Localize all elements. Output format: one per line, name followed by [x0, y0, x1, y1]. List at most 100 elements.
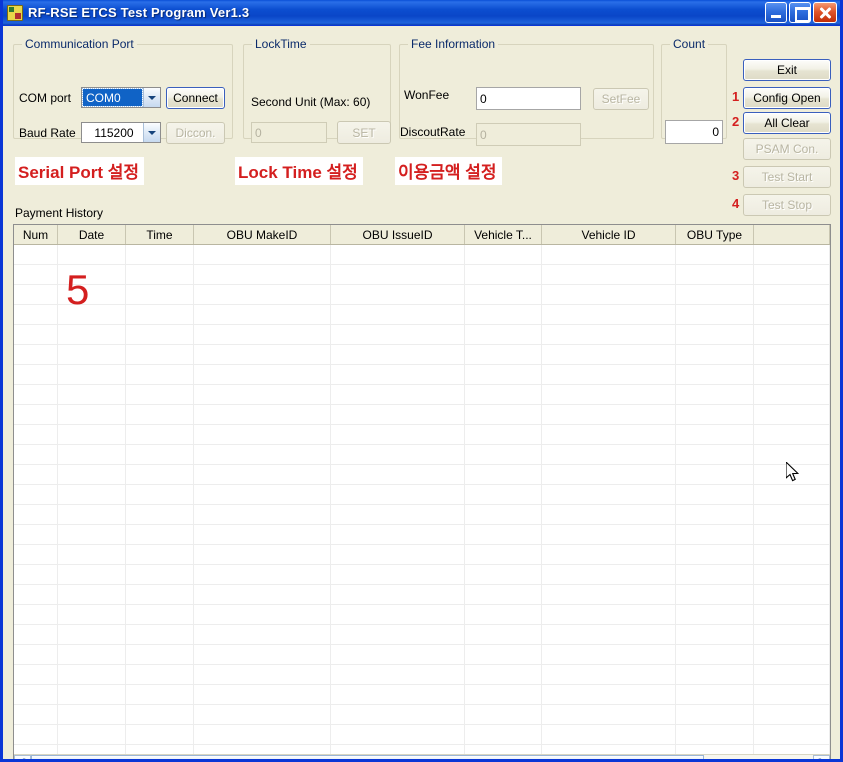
table-cell[interactable] [58, 665, 126, 684]
table-cell[interactable] [14, 645, 58, 664]
table-cell[interactable] [126, 685, 194, 704]
close-button-icon[interactable] [813, 2, 837, 23]
table-cell[interactable] [676, 645, 754, 664]
table-cell[interactable] [465, 325, 542, 344]
table-cell[interactable] [126, 705, 194, 724]
table-cell[interactable] [194, 525, 331, 544]
table-cell[interactable] [676, 365, 754, 384]
table-cell[interactable] [58, 685, 126, 704]
discount-rate-input[interactable]: 0 [476, 123, 581, 146]
table-cell[interactable] [465, 585, 542, 604]
table-cell[interactable] [542, 365, 676, 384]
table-cell[interactable] [126, 485, 194, 504]
grid-column-header[interactable] [754, 225, 830, 244]
table-cell[interactable] [754, 365, 830, 384]
table-cell[interactable] [331, 565, 465, 584]
table-cell[interactable] [754, 285, 830, 304]
table-cell[interactable] [465, 305, 542, 324]
table-cell[interactable] [676, 325, 754, 344]
table-cell[interactable] [465, 465, 542, 484]
title-bar[interactable]: RF-RSE ETCS Test Program Ver1.3 [3, 0, 840, 26]
table-cell[interactable] [465, 365, 542, 384]
table-cell[interactable] [465, 425, 542, 444]
table-row[interactable] [14, 285, 830, 305]
table-cell[interactable] [754, 425, 830, 444]
table-cell[interactable] [58, 585, 126, 604]
horizontal-scrollbar[interactable]: ❮ ❯ [14, 754, 830, 759]
table-cell[interactable] [58, 605, 126, 624]
table-row[interactable] [14, 525, 830, 545]
table-row[interactable] [14, 705, 830, 725]
table-cell[interactable] [542, 465, 676, 484]
table-cell[interactable] [14, 265, 58, 284]
table-row[interactable] [14, 485, 830, 505]
table-cell[interactable] [676, 265, 754, 284]
table-cell[interactable] [331, 645, 465, 664]
table-cell[interactable] [126, 605, 194, 624]
table-cell[interactable] [58, 385, 126, 404]
table-cell[interactable] [194, 305, 331, 324]
table-row[interactable] [14, 645, 830, 665]
table-cell[interactable] [331, 245, 465, 264]
table-cell[interactable] [465, 545, 542, 564]
table-cell[interactable] [126, 365, 194, 384]
grid-column-header[interactable]: Date [58, 225, 126, 244]
table-cell[interactable] [465, 685, 542, 704]
table-row[interactable] [14, 345, 830, 365]
table-cell[interactable] [465, 385, 542, 404]
chevron-down-icon[interactable] [143, 88, 160, 107]
table-cell[interactable] [542, 685, 676, 704]
table-cell[interactable] [14, 285, 58, 304]
table-cell[interactable] [14, 585, 58, 604]
table-cell[interactable] [126, 405, 194, 424]
table-cell[interactable] [331, 445, 465, 464]
table-cell[interactable] [194, 245, 331, 264]
table-cell[interactable] [331, 265, 465, 284]
table-row[interactable] [14, 665, 830, 685]
table-cell[interactable] [331, 325, 465, 344]
table-cell[interactable] [126, 645, 194, 664]
table-cell[interactable] [542, 725, 676, 744]
table-cell[interactable] [542, 425, 676, 444]
table-cell[interactable] [465, 625, 542, 644]
table-cell[interactable] [194, 325, 331, 344]
table-cell[interactable] [194, 665, 331, 684]
table-cell[interactable] [542, 265, 676, 284]
table-cell[interactable] [194, 385, 331, 404]
table-cell[interactable] [676, 305, 754, 324]
exit-button[interactable]: Exit [743, 59, 831, 81]
table-cell[interactable] [676, 465, 754, 484]
table-row[interactable] [14, 625, 830, 645]
connect-button[interactable]: Connect [166, 87, 225, 109]
table-cell[interactable] [331, 705, 465, 724]
table-cell[interactable] [194, 685, 331, 704]
table-cell[interactable] [542, 525, 676, 544]
table-row[interactable] [14, 685, 830, 705]
table-cell[interactable] [542, 325, 676, 344]
table-cell[interactable] [194, 445, 331, 464]
table-cell[interactable] [14, 605, 58, 624]
table-cell[interactable] [14, 625, 58, 644]
table-cell[interactable] [676, 545, 754, 564]
table-cell[interactable] [754, 585, 830, 604]
table-row[interactable] [14, 425, 830, 445]
table-cell[interactable] [676, 665, 754, 684]
table-cell[interactable] [194, 645, 331, 664]
grid-column-header[interactable]: Num [14, 225, 58, 244]
table-cell[interactable] [754, 445, 830, 464]
disconnect-button[interactable]: Diccon. [166, 122, 225, 144]
table-cell[interactable] [14, 405, 58, 424]
table-cell[interactable] [58, 525, 126, 544]
table-cell[interactable] [14, 445, 58, 464]
table-cell[interactable] [126, 285, 194, 304]
table-cell[interactable] [754, 625, 830, 644]
chevron-down-icon[interactable] [143, 123, 160, 142]
table-row[interactable] [14, 585, 830, 605]
table-cell[interactable] [331, 425, 465, 444]
table-cell[interactable] [194, 345, 331, 364]
table-row[interactable] [14, 385, 830, 405]
table-row[interactable] [14, 265, 830, 285]
grid-column-header[interactable]: OBU MakeID [194, 225, 331, 244]
table-cell[interactable] [465, 525, 542, 544]
table-cell[interactable] [542, 645, 676, 664]
